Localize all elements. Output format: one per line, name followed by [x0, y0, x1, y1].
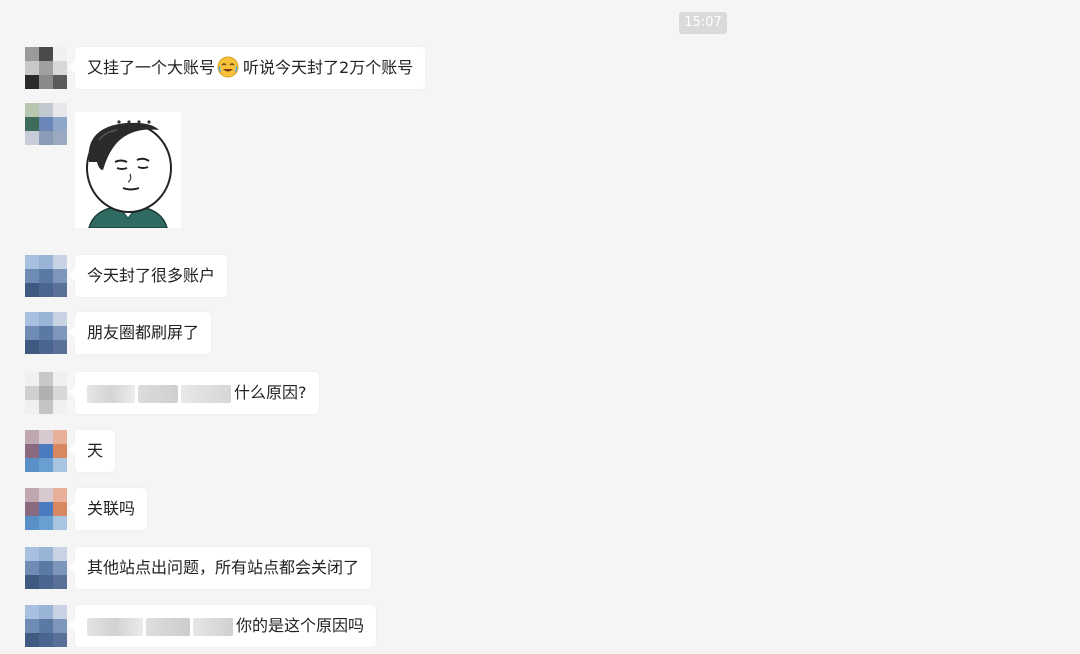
timestamp-badge: 15:07: [679, 12, 727, 34]
avatar[interactable]: [25, 255, 67, 297]
message-text: 你的是这个原因吗: [236, 616, 365, 635]
avatar[interactable]: [25, 605, 67, 647]
message-text: 听说今天封了2万个账号: [243, 58, 414, 77]
message-text: 关联吗: [87, 499, 136, 518]
avatar[interactable]: [25, 488, 67, 530]
redacted-text: [87, 384, 135, 403]
avatar[interactable]: [25, 372, 67, 414]
message-bubble[interactable]: 什么原因?: [69, 372, 319, 414]
message-bubble[interactable]: 关联吗: [68, 488, 148, 530]
avatar[interactable]: [25, 103, 67, 145]
message-bubble[interactable]: 朋友圈都刷屏了: [68, 312, 212, 354]
avatar[interactable]: [25, 47, 67, 89]
redacted-text: [193, 617, 233, 636]
crying-laughing-face-icon: [217, 56, 239, 77]
avatar[interactable]: [25, 547, 67, 589]
message-bubble[interactable]: 你的是这个原因吗: [68, 605, 377, 647]
message-bubble[interactable]: 今天封了很多账户: [68, 255, 228, 297]
message-text: 其他站点出问题，所有站点都会关闭了: [87, 558, 360, 577]
meme-face-sticker-image: [75, 112, 181, 229]
message-bubble[interactable]: 其他站点出问题，所有站点都会关闭了: [68, 547, 372, 589]
redacted-text: [146, 617, 190, 636]
message-text: 天: [87, 441, 104, 460]
avatar[interactable]: [25, 430, 67, 472]
redacted-text: [87, 617, 143, 636]
meme-face-sticker[interactable]: [75, 112, 181, 229]
message-text: 又挂了一个大账号: [87, 58, 216, 77]
avatar[interactable]: [25, 312, 67, 354]
message-text: 什么原因?: [234, 383, 307, 402]
message-bubble[interactable]: 天: [68, 430, 116, 472]
redacted-text: [138, 384, 178, 403]
message-bubble[interactable]: 又挂了一个大账号 听说今天封了2万个账号: [68, 47, 426, 89]
message-text: 今天封了很多账户: [87, 266, 216, 285]
redacted-text: [181, 384, 231, 403]
message-text: 朋友圈都刷屏了: [87, 323, 200, 342]
